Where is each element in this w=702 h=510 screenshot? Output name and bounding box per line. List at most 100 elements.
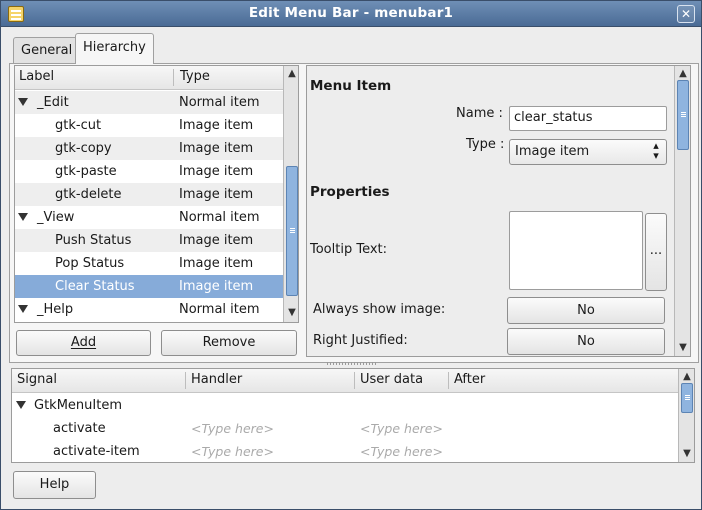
tree-cell-type: Image item: [179, 256, 254, 271]
signals-header: Signal Handler User data After: [12, 369, 678, 393]
right-justified-toggle[interactable]: No: [507, 328, 665, 355]
column-separator: [354, 372, 355, 389]
expander-open-icon[interactable]: [18, 98, 28, 106]
tree-cell-label: Pop Status: [55, 256, 125, 271]
menu-item-heading: Menu Item: [310, 78, 392, 94]
signals-scrollbar[interactable]: ▲ ▼: [678, 369, 694, 462]
tree-row-gtk-copy[interactable]: gtk-copy Image item: [15, 137, 283, 160]
properties-scrollbar[interactable]: ▲ ▼: [674, 66, 690, 356]
right-justified-label: Right Justified:: [313, 333, 408, 348]
scroll-up-icon[interactable]: ▲: [676, 67, 690, 81]
menu-tree[interactable]: Label Type _Edit Normal item gtk-cut Ima…: [14, 65, 299, 323]
column-separator: [185, 372, 186, 389]
column-header-label[interactable]: Label: [16, 66, 54, 89]
tree-header: Label Type: [15, 66, 283, 90]
signal-name: activate: [53, 421, 106, 436]
column-header-handler[interactable]: Handler: [188, 369, 242, 392]
expander-open-icon[interactable]: [16, 401, 26, 409]
tree-cell-label: _View: [37, 210, 75, 225]
type-label: Type :: [466, 137, 505, 152]
tree-cell-type: Image item: [179, 164, 254, 179]
signal-name: activate-item: [53, 444, 140, 459]
tooltip-label: Tooltip Text:: [310, 242, 388, 257]
tree-cell-label: gtk-cut: [55, 118, 102, 133]
tab-hierarchy[interactable]: Hierarchy: [75, 33, 154, 64]
scroll-up-icon[interactable]: ▲: [680, 370, 694, 384]
ellipsis-icon: ...: [649, 243, 663, 258]
column-header-after[interactable]: After: [451, 369, 485, 392]
properties-panel: Menu Item Name : clear_status Type : Ima…: [306, 65, 691, 357]
tree-row-edit[interactable]: _Edit Normal item: [15, 91, 283, 114]
tree-cell-label: _Help: [37, 302, 74, 317]
tree-cell-label: gtk-paste: [55, 164, 117, 179]
right-justified-value: No: [577, 334, 595, 349]
add-button[interactable]: Add: [16, 330, 151, 356]
type-combo[interactable]: Image item ▴ ▾: [509, 139, 667, 165]
remove-button-label: Remove: [202, 335, 256, 350]
add-button-label: Add: [70, 335, 97, 350]
tree-cell-label: gtk-delete: [55, 187, 122, 202]
always-show-image-toggle[interactable]: No: [507, 297, 665, 324]
signal-row-activate-item[interactable]: activate-item <Type here> <Type here>: [12, 440, 678, 462]
always-show-image-label: Always show image:: [313, 302, 446, 317]
tree-scrollbar[interactable]: ▲ ▼: [283, 66, 298, 322]
tree-row-gtk-cut[interactable]: gtk-cut Image item: [15, 114, 283, 137]
tree-cell-label: Clear Status: [55, 279, 135, 294]
tree-cell-label: _Edit: [37, 95, 69, 110]
tree-row-gtk-delete[interactable]: gtk-delete Image item: [15, 183, 283, 206]
scroll-down-icon[interactable]: ▼: [680, 447, 694, 461]
properties-heading: Properties: [310, 184, 390, 200]
user-data-placeholder[interactable]: <Type here>: [360, 417, 443, 440]
tree-row-push-status[interactable]: Push Status Image item: [15, 229, 283, 252]
tree-cell-type: Normal item: [179, 95, 260, 110]
tree-cell-type: Image item: [179, 279, 254, 294]
handler-placeholder[interactable]: <Type here>: [191, 440, 274, 462]
signal-group-label: GtkMenuItem: [34, 398, 122, 413]
expander-open-icon[interactable]: [18, 213, 28, 221]
scroll-down-icon[interactable]: ▼: [285, 306, 298, 320]
tooltip-edit-button[interactable]: ...: [645, 213, 667, 291]
column-header-user-data[interactable]: User data: [357, 369, 423, 392]
signal-row-activate[interactable]: activate <Type here> <Type here>: [12, 417, 678, 440]
scroll-thumb[interactable]: [286, 166, 298, 296]
signal-group-row[interactable]: GtkMenuItem: [12, 394, 678, 417]
tree-row-view[interactable]: _View Normal item: [15, 206, 283, 229]
help-button[interactable]: Help: [13, 471, 96, 499]
name-label: Name :: [456, 106, 503, 121]
pane-resize-handle[interactable]: [327, 362, 377, 365]
column-header-signal[interactable]: Signal: [14, 369, 57, 392]
tree-cell-type: Image item: [179, 233, 254, 248]
help-button-label: Help: [39, 477, 70, 492]
user-data-placeholder[interactable]: <Type here>: [360, 440, 443, 462]
tree-row-clear-status[interactable]: Clear Status Image item: [15, 275, 283, 298]
scroll-thumb[interactable]: [681, 383, 693, 413]
tree-row-pop-status[interactable]: Pop Status Image item: [15, 252, 283, 275]
updown-arrows-icon: ▴ ▾: [653, 139, 659, 162]
tab-general[interactable]: General: [13, 37, 81, 64]
close-window-button[interactable]: ✕: [677, 5, 695, 23]
signals-table[interactable]: Signal Handler User data After GtkMenuIt…: [11, 368, 695, 463]
column-separator: [173, 69, 174, 86]
handler-placeholder[interactable]: <Type here>: [191, 417, 274, 440]
expander-open-icon[interactable]: [18, 305, 28, 313]
tree-row-gtk-paste[interactable]: gtk-paste Image item: [15, 160, 283, 183]
name-field-value: clear_status: [514, 110, 593, 125]
title-bar[interactable]: Edit Menu Bar - menubar1 ✕: [1, 1, 701, 27]
column-header-type[interactable]: Type: [177, 66, 210, 89]
scroll-up-icon[interactable]: ▲: [285, 67, 298, 81]
tree-row-help[interactable]: _Help Normal item: [15, 298, 283, 321]
remove-button[interactable]: Remove: [161, 330, 297, 356]
tree-cell-type: Normal item: [179, 210, 260, 225]
always-show-image-value: No: [577, 303, 595, 318]
tree-cell-type: Image item: [179, 118, 254, 133]
tree-cell-type: Normal item: [179, 302, 260, 317]
window-title: Edit Menu Bar - menubar1: [248, 5, 454, 21]
column-separator: [448, 372, 449, 389]
tree-cell-type: Image item: [179, 187, 254, 202]
scroll-down-icon[interactable]: ▼: [676, 341, 690, 355]
tree-cell-label: gtk-copy: [55, 141, 112, 156]
tooltip-text-field[interactable]: [509, 211, 643, 290]
scroll-thumb[interactable]: [677, 80, 689, 150]
dialog-window: Edit Menu Bar - menubar1 ✕ General Hiera…: [0, 0, 702, 510]
name-field[interactable]: clear_status: [509, 106, 667, 131]
